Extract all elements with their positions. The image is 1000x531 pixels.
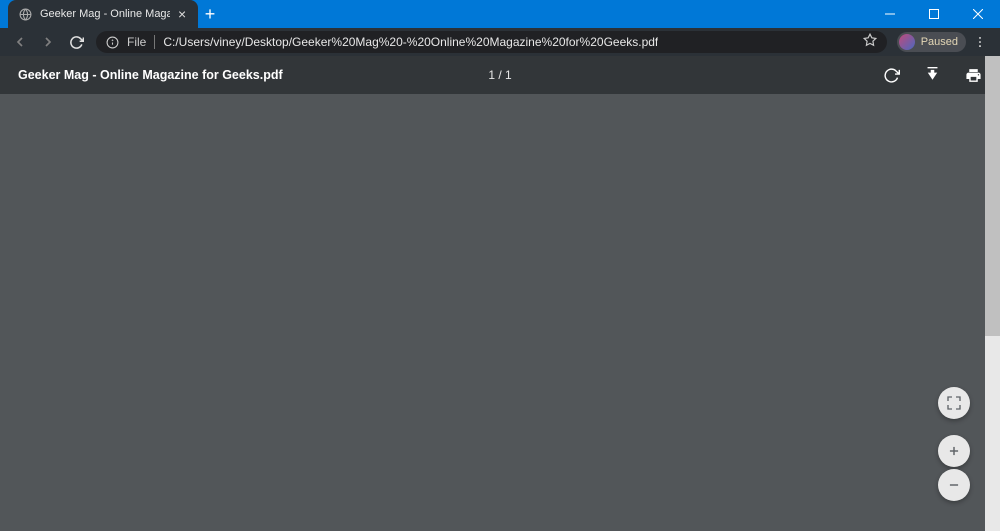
pdf-actions [883,67,982,84]
rotate-button[interactable] [883,67,900,84]
bookmark-icon[interactable] [863,33,877,52]
url-input[interactable]: File C:/Users/viney/Desktop/Geeker%20Mag… [96,31,887,53]
close-window-button[interactable] [956,0,1000,28]
zoom-out-button[interactable] [938,469,970,501]
vertical-scrollbar[interactable] [985,56,1000,531]
new-tab-button[interactable]: + [198,0,222,28]
reload-button[interactable] [62,28,90,56]
pdf-content[interactable] [0,94,985,531]
profile-status: Paused [921,36,958,48]
pdf-filename: Geeker Mag - Online Magazine for Geeks.p… [18,68,283,82]
browser-tab[interactable]: Geeker Mag - Online Magazine f × [8,0,198,28]
forward-button[interactable] [34,28,62,56]
close-icon[interactable]: × [178,7,186,21]
minimize-button[interactable] [868,0,912,28]
print-button[interactable] [965,67,982,84]
page-indicator[interactable]: 1 / 1 [488,68,511,82]
tab-title: Geeker Mag - Online Magazine f [40,8,170,20]
url-text: C:/Users/viney/Desktop/Geeker%20Mag%20-%… [163,35,658,49]
menu-button[interactable] [966,28,994,56]
url-scheme: File [127,35,155,49]
fit-page-button[interactable] [938,387,970,419]
window-titlebar: Geeker Mag - Online Magazine f × + [0,0,1000,28]
back-button[interactable] [6,28,34,56]
globe-icon [18,7,32,21]
avatar-icon [899,34,915,50]
download-button[interactable] [924,67,941,84]
info-icon[interactable] [106,36,119,49]
profile-button[interactable]: Paused [897,32,966,52]
scrollbar-thumb[interactable] [985,56,1000,336]
maximize-button[interactable] [912,0,956,28]
window-controls [868,0,1000,28]
address-bar: File C:/Users/viney/Desktop/Geeker%20Mag… [0,28,1000,56]
zoom-in-button[interactable] [938,435,970,467]
pdf-toolbar: Geeker Mag - Online Magazine for Geeks.p… [0,56,1000,94]
